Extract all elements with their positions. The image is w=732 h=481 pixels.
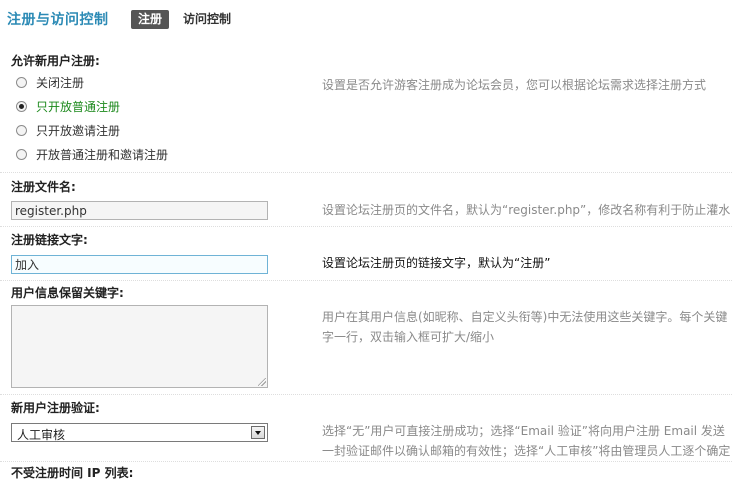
reserved-keywords-desc: 用户在其用户信息(如昵称、自定义头衔等)中无法使用这些关键字。每个关键字一行，双… bbox=[322, 310, 728, 344]
page-title: 注册与访问控制 bbox=[7, 12, 109, 28]
radio-close-register[interactable]: 关闭注册 bbox=[16, 74, 84, 90]
divider bbox=[0, 394, 732, 395]
radio-label: 只开放普通注册 bbox=[36, 99, 121, 114]
radio-checked-icon[interactable] bbox=[16, 100, 27, 112]
register-verify-desc: 选择“无”用户可直接注册成功；选择“Email 验证”将向用户注册 Email … bbox=[322, 424, 731, 458]
radio-label: 只开放邀请注册 bbox=[36, 123, 121, 138]
tab-register[interactable]: 注册 bbox=[131, 10, 170, 29]
radio-label: 开放普通注册和邀请注册 bbox=[36, 147, 169, 162]
tab-access-control[interactable]: 访问控制 bbox=[183, 11, 231, 28]
reserved-keywords-textarea[interactable] bbox=[11, 305, 268, 388]
radio-normal-register[interactable]: 只开放普通注册 bbox=[16, 98, 120, 114]
allow-register-desc: 设置是否允许游客注册成为论坛会员，您可以根据论坛需求选择注册方式 bbox=[322, 78, 707, 92]
select-value: 人工审核 bbox=[17, 428, 66, 442]
reserved-keywords-label: 用户信息保留关键字: bbox=[11, 286, 124, 300]
register-file-input[interactable] bbox=[11, 201, 268, 220]
divider bbox=[0, 461, 732, 462]
resize-grip-icon[interactable] bbox=[258, 378, 266, 386]
register-verify-label: 新用户注册验证: bbox=[11, 401, 100, 415]
radio-both-register[interactable]: 开放普通注册和邀请注册 bbox=[16, 146, 168, 162]
radio-icon[interactable] bbox=[16, 148, 27, 160]
allow-register-label: 允许新用户注册: bbox=[11, 54, 100, 68]
register-file-desc: 设置论坛注册页的文件名，默认为“register.php”，修改名称有利于防止灌… bbox=[322, 203, 731, 217]
register-link-label: 注册链接文字: bbox=[11, 233, 88, 247]
register-link-input[interactable] bbox=[11, 255, 268, 274]
radio-label: 关闭注册 bbox=[36, 75, 85, 90]
radio-icon[interactable] bbox=[16, 76, 27, 88]
register-verify-select[interactable]: 人工审核 bbox=[11, 423, 268, 442]
radio-icon[interactable] bbox=[16, 124, 27, 136]
divider bbox=[0, 172, 732, 173]
register-link-desc: 设置论坛注册页的链接文字，默认为“注册” bbox=[322, 256, 551, 270]
page-header: 注册与访问控制 注册 访问控制 bbox=[0, 0, 732, 40]
divider bbox=[0, 280, 732, 281]
divider bbox=[0, 226, 732, 227]
register-file-label: 注册文件名: bbox=[11, 180, 76, 194]
chevron-down-icon[interactable] bbox=[251, 426, 265, 439]
radio-invite-register[interactable]: 只开放邀请注册 bbox=[16, 122, 120, 138]
